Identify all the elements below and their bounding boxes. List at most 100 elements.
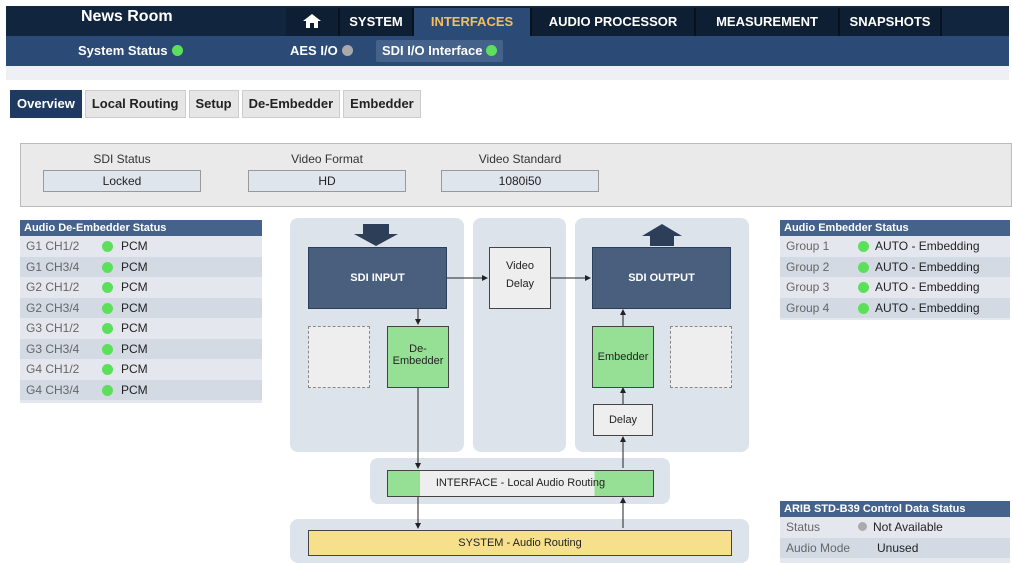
status-led-icon [102, 384, 113, 396]
sdi-status-label: SDI Status [93, 152, 151, 166]
aes-io-led-icon [341, 45, 353, 56]
embedder-status-panel: Audio Embedder Status Group 1 AUTO - Embe… [780, 220, 1010, 320]
device-title: News Room [81, 8, 173, 25]
channel-value: PCM [121, 321, 148, 335]
nav-audio-processor[interactable]: AUDIO PROCESSOR [532, 8, 696, 36]
list-item: G1 CH3/4 PCM [20, 256, 262, 277]
group-label: Group 4 [786, 300, 830, 315]
channel-value: PCM [121, 259, 148, 274]
sdi-status-field: SDI Status Locked [43, 152, 201, 192]
group-label: Group 1 [786, 239, 830, 253]
status-led-icon [858, 302, 869, 314]
nav-snapshots[interactable]: SNAPSHOTS [840, 8, 942, 36]
nav-system[interactable]: SYSTEM [340, 8, 414, 36]
aes-io-link[interactable]: AES I/O [290, 36, 353, 66]
home-icon [303, 14, 321, 28]
tab-local-routing[interactable]: Local Routing [84, 90, 186, 118]
list-item: G1 CH1/2 PCM [20, 236, 262, 257]
group-value: AUTO - Embedding [875, 300, 980, 315]
channel-value: PCM [121, 300, 148, 315]
aes-io-label: AES I/O [290, 43, 338, 58]
status-led-icon [102, 343, 113, 355]
sdi-status-value: Locked [43, 170, 201, 192]
sdi-io-link[interactable]: SDI I/O Interface [376, 40, 504, 62]
top-bar: News Room SYSTEM INTERFACES AUDIO PROCES… [6, 6, 1009, 36]
tab-overview[interactable]: Overview [10, 90, 82, 118]
sub-nav-bar: System Status AES I/O SDI I/O Interface [6, 36, 1009, 66]
channel-label: G1 CH1/2 [26, 239, 80, 253]
status-led-icon [102, 323, 113, 334]
list-item: G3 CH1/2 PCM [20, 318, 262, 339]
system-status-label: System Status [78, 43, 168, 58]
tab-bar: Overview Local Routing Setup De-Embedder… [10, 90, 424, 118]
status-led-icon [102, 282, 113, 293]
home-button[interactable] [286, 8, 340, 36]
group-value: AUTO - Embedding [875, 259, 980, 274]
channel-value: PCM [121, 239, 148, 253]
status-led-icon [858, 522, 867, 531]
input-arrow-icon [354, 224, 398, 246]
group-value: AUTO - Embedding [875, 280, 980, 294]
nav-measurement[interactable]: MEASUREMENT [696, 8, 840, 36]
channel-label: G2 CH3/4 [26, 300, 80, 315]
video-standard-value: 1080i50 [441, 170, 599, 192]
group-label: Group 3 [786, 280, 830, 294]
de-embedder-line1: De- [409, 343, 427, 355]
system-routing-block[interactable]: SYSTEM - Audio Routing [308, 530, 732, 556]
sdi-io-led-icon [486, 45, 498, 56]
status-led-icon [102, 241, 113, 252]
audio-mode-label: Audio Mode [786, 540, 851, 555]
status-led-icon [102, 302, 113, 314]
channel-value: PCM [121, 362, 148, 376]
system-status-led-icon [171, 45, 183, 56]
group-value: AUTO - Embedding [875, 239, 980, 253]
status-led-icon [858, 282, 869, 293]
arib-status-title: ARIB STD-B39 Control Data Status [780, 501, 1010, 517]
de-embedder-line2: Embedder [392, 355, 444, 367]
output-arrow-icon [642, 224, 682, 246]
video-delay-block[interactable]: Video Delay [489, 247, 551, 309]
sdi-output-block[interactable]: SDI OUTPUT [592, 247, 731, 309]
video-standard-field: Video Standard 1080i50 [441, 152, 599, 192]
channel-value: PCM [121, 382, 148, 397]
status-led-icon [102, 261, 113, 273]
arib-status-value: Not Available [873, 520, 943, 534]
list-item: G2 CH3/4 PCM [20, 297, 262, 318]
placeholder-slot-left [308, 326, 370, 388]
list-item: G3 CH3/4 PCM [20, 338, 262, 359]
video-format-field: Video Format HD [248, 152, 406, 192]
arib-status-label: Status [786, 520, 821, 534]
list-item: Group 1 AUTO - Embedding [780, 236, 1010, 257]
tab-setup[interactable]: Setup [188, 90, 239, 118]
embedder-status-title: Audio Embedder Status [780, 220, 1010, 236]
arib-status-panel: ARIB STD-B39 Control Data Status Status N… [780, 501, 1010, 563]
list-item: Status Not Available [780, 517, 1010, 538]
channel-label: G4 CH1/2 [26, 362, 80, 376]
system-status-link[interactable]: System Status [78, 36, 183, 66]
signal-flow-diagram: SDI INPUT Video Delay SDI OUTPUT De- Emb… [290, 216, 752, 563]
nav-interfaces[interactable]: INTERFACES [414, 8, 532, 36]
divider-band [6, 66, 1009, 80]
list-item: Group 2 AUTO - Embedding [780, 256, 1010, 277]
audio-delay-block[interactable]: Delay [593, 404, 653, 436]
list-item: Audio Mode Unused [780, 537, 1010, 558]
deembedder-status-panel: Audio De-Embedder Status G1 CH1/2 PCM G1 … [20, 220, 262, 403]
de-embedder-block[interactable]: De- Embedder [387, 326, 449, 388]
sdi-input-block[interactable]: SDI INPUT [308, 247, 447, 309]
tab-de-embedder[interactable]: De-Embedder [241, 90, 341, 118]
channel-label: G3 CH1/2 [26, 321, 80, 335]
status-led-icon [102, 364, 113, 375]
group-label: Group 2 [786, 259, 830, 274]
interface-routing-block[interactable]: INTERFACE - Local Audio Routing [387, 470, 654, 497]
list-item: G2 CH1/2 PCM [20, 277, 262, 298]
channel-value: PCM [121, 280, 148, 294]
list-item: Group 4 AUTO - Embedding [780, 297, 1010, 318]
channel-label: G2 CH1/2 [26, 280, 80, 294]
tab-embedder[interactable]: Embedder [343, 90, 421, 118]
list-item: G4 CH3/4 PCM [20, 379, 262, 400]
deembedder-status-title: Audio De-Embedder Status [20, 220, 262, 236]
embedder-block[interactable]: Embedder [592, 326, 654, 388]
video-delay-line1: Video [506, 260, 534, 272]
channel-label: G1 CH3/4 [26, 259, 80, 274]
video-format-label: Video Format [291, 152, 363, 166]
